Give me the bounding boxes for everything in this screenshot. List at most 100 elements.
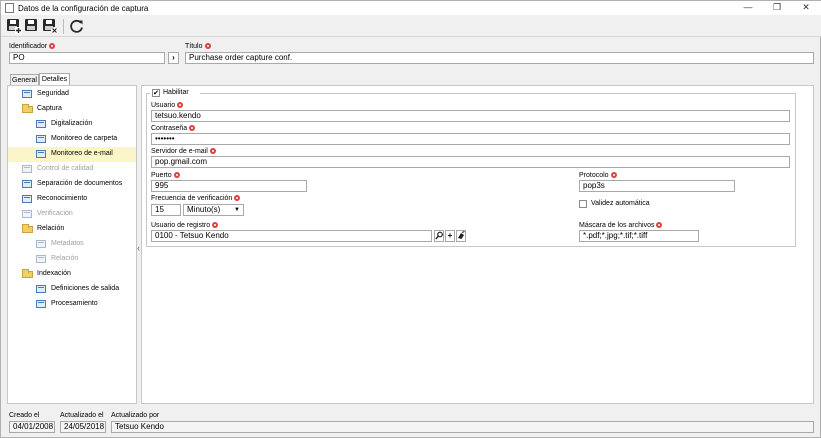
password-input[interactable]: ••••••• [151, 133, 790, 145]
clear-user-button[interactable] [456, 230, 466, 242]
window: Datos de la configuración de captura — ❐… [0, 0, 821, 438]
updated-by-value: Tetsuo Kendo [111, 421, 814, 433]
protocol-input[interactable]: pop3s [579, 180, 735, 192]
next-button[interactable]: › [168, 52, 179, 64]
user-label: Usuario [151, 102, 184, 109]
created-value: 04/01/2008 [9, 421, 55, 433]
tree-item[interactable]: Reconocimiento [8, 192, 136, 207]
required-icon [656, 222, 663, 228]
folder-icon [22, 104, 33, 113]
tree-item[interactable]: Seguridad [8, 87, 136, 102]
identifier-input[interactable]: PO [9, 52, 165, 64]
tree-item[interactable]: Relación [8, 222, 136, 237]
plus-icon [15, 27, 22, 34]
title-label: Título [185, 43, 211, 50]
frequency-label-text: Frecuencia de verificación [151, 195, 233, 202]
save-button[interactable] [24, 18, 40, 34]
search-user-button[interactable] [434, 230, 444, 242]
search-icon [435, 231, 443, 240]
title-label-text: Título [185, 43, 203, 50]
identifier-label-text: Identificador [9, 43, 48, 50]
frequency-label: Frecuencia de verificación [151, 195, 241, 202]
frequency-input[interactable]: 15 [151, 204, 181, 216]
tree-item-label: Captura [37, 105, 62, 112]
tree-item[interactable]: Procesamiento [8, 297, 136, 312]
form-icon [22, 210, 32, 218]
navigation-tree: Seguridad Captura Digitalización Monitoreo … [7, 85, 137, 404]
mask-label: Máscara de los archivos [579, 222, 663, 229]
updated-label: Actualizado el [60, 412, 104, 419]
eraser-icon [458, 231, 465, 239]
tree-item[interactable]: Indexación [8, 267, 136, 282]
user-input[interactable]: tetsuo.kendo [151, 110, 790, 122]
tree-item[interactable]: Metadatos [8, 237, 136, 252]
add-user-button[interactable]: + [445, 230, 455, 242]
tree-item-label: Indexación [37, 270, 71, 277]
tree-item[interactable]: Relación [8, 252, 136, 267]
toolbar-separator [63, 19, 64, 34]
user-label-text: Usuario [151, 102, 176, 109]
required-icon [234, 195, 241, 201]
tree-item-label: Digitalización [51, 120, 93, 127]
password-label-text: Contraseña [151, 125, 188, 132]
form-icon [36, 285, 46, 293]
enable-checkbox[interactable]: ✔ [152, 89, 160, 97]
tree-item-label: Metadatos [51, 240, 84, 247]
enable-label: Habilitar [163, 89, 189, 96]
folder-icon [22, 224, 33, 233]
required-icon [610, 172, 617, 178]
close-button[interactable]: ✕ [794, 1, 818, 15]
tree-item[interactable]: Captura [8, 102, 136, 117]
folder-icon [22, 269, 33, 278]
mask-input[interactable]: *.pdf;*.jpg;*.tif;*.tiff [579, 230, 699, 242]
window-title: Datos de la configuración de captura [18, 4, 149, 13]
mask-label-text: Máscara de los archivos [579, 222, 655, 229]
title-input[interactable]: Purchase order capture conf. [185, 52, 814, 64]
protocol-label-text: Protocolo [579, 172, 609, 179]
log-user-input[interactable]: 0100 - Tetsuo Kendo [151, 230, 432, 242]
tree-item[interactable]: Digitalización [8, 117, 136, 132]
tree-item-label: Seguridad [37, 90, 69, 97]
tree-item-label: Monitoreo de e-mail [51, 150, 113, 157]
required-icon [49, 43, 56, 49]
minimize-button[interactable]: — [736, 1, 760, 15]
tree-item[interactable]: Monitoreo de carpeta [8, 132, 136, 147]
server-label-text: Servidor de e-mail [151, 148, 208, 155]
tree-item[interactable]: Control de calidad [8, 162, 136, 177]
save-new-button[interactable] [6, 18, 22, 34]
save-close-button[interactable] [42, 18, 58, 34]
tree-item[interactable]: Monitoreo de e-mail [8, 147, 136, 162]
created-label: Creado el [9, 412, 40, 419]
plus-icon: + [447, 231, 453, 240]
server-input[interactable]: pop.gmail.com [151, 156, 790, 168]
required-icon [209, 148, 216, 154]
auto-validity-label: Validez automática [591, 200, 650, 207]
port-label-text: Puerto [151, 172, 172, 179]
form-icon [22, 180, 32, 188]
enable-legend: ✔ Habilitar [150, 89, 200, 98]
tree-item[interactable]: Verificación [8, 207, 136, 222]
form-icon [22, 165, 32, 173]
save-icon [25, 19, 37, 31]
port-input[interactable]: 995 [151, 180, 307, 192]
tree-item[interactable]: Definiciones de salida [8, 282, 136, 297]
required-icon [189, 125, 196, 131]
tree-item-label: Verificación [37, 210, 73, 217]
collapse-arrow-icon[interactable]: ‹ [137, 243, 140, 253]
document-icon [5, 3, 14, 13]
identifier-label: Identificador [9, 43, 56, 50]
close-small-icon [51, 27, 58, 34]
password-label: Contraseña [151, 125, 196, 132]
restore-button[interactable]: ❐ [765, 1, 789, 15]
tree-item[interactable]: Separación de documentos [8, 177, 136, 192]
refresh-button[interactable] [69, 18, 85, 34]
port-label: Puerto [151, 172, 180, 179]
log-user-label: Usuario de registro [151, 222, 219, 229]
toolbar [1, 15, 821, 37]
form-icon [36, 300, 46, 308]
updated-value: 24/05/2018 [60, 421, 106, 433]
frequency-unit-select[interactable]: Minuto(s) ▼ [183, 204, 244, 216]
tree-item-label: Separación de documentos [37, 180, 123, 187]
auto-validity-checkbox[interactable] [579, 200, 587, 208]
tree-item-label: Control de calidad [37, 165, 94, 172]
